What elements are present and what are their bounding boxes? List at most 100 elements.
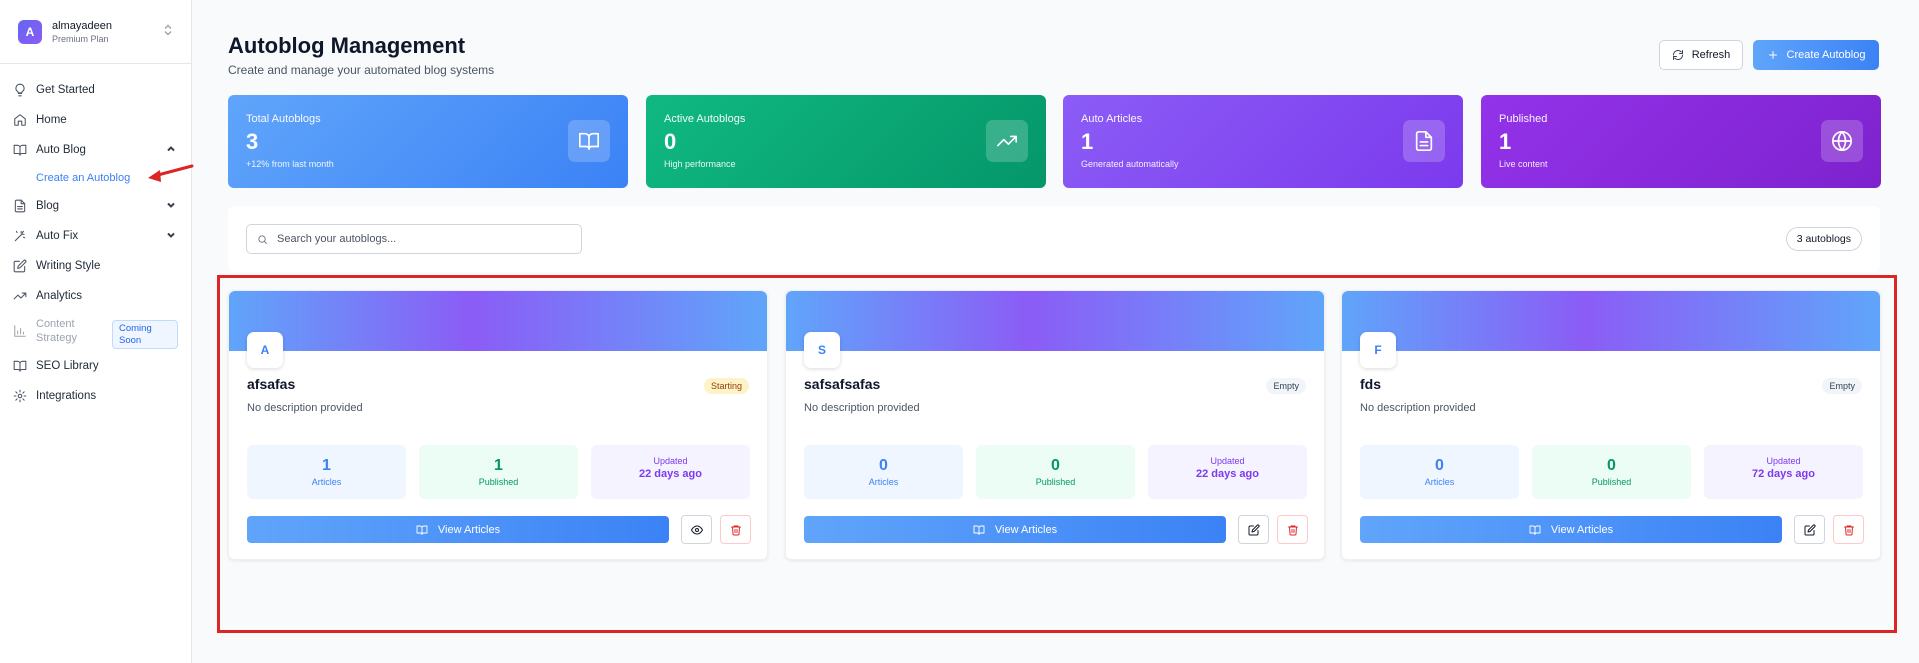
main-content: Autoblog Management Create and manage yo… (192, 0, 1919, 663)
sidebar: A almayadeen Premium Plan Get Started Ho… (0, 0, 192, 663)
stat-card-active-autoblogs: Active Autoblogs 0 High performance (646, 95, 1046, 188)
card-description: No description provided (804, 402, 920, 414)
delete-button[interactable] (1277, 515, 1308, 544)
metric-label: Published (478, 477, 519, 487)
bar-chart-icon (12, 323, 28, 339)
sidebar-item-label: Home (36, 114, 67, 126)
sidebar-item-label: SEO Library (36, 360, 99, 372)
view-articles-label: View Articles (994, 523, 1058, 536)
stat-note: +12% from last month (246, 159, 334, 169)
book-open-icon (12, 142, 28, 158)
view-articles-label: View Articles (437, 523, 501, 536)
card-initial: A (247, 332, 283, 368)
view-articles-button[interactable]: View Articles (804, 516, 1226, 543)
delete-button[interactable] (1833, 515, 1864, 544)
book-open-icon (416, 525, 428, 535)
card-banner (229, 291, 767, 351)
metric-articles: 1 Articles (247, 445, 406, 499)
view-articles-button[interactable]: View Articles (247, 516, 669, 543)
delete-button[interactable] (720, 515, 751, 544)
card-initial: S (804, 332, 840, 368)
metric-label: Published (1591, 477, 1632, 487)
metric-updated: Updated 72 days ago (1704, 445, 1863, 499)
sidebar-item-analytics[interactable]: Analytics (0, 281, 191, 311)
magic-wand-icon (12, 228, 28, 244)
metric-value: 72 days ago (1752, 468, 1815, 480)
card-banner (1342, 291, 1880, 351)
edit-button[interactable] (1238, 515, 1269, 544)
metric-label: Articles (1424, 477, 1455, 487)
globe-icon (1821, 120, 1863, 162)
stat-value: 1 (1499, 129, 1512, 154)
red-arrow-icon (148, 164, 194, 182)
file-text-icon (12, 198, 28, 214)
trending-up-icon (986, 120, 1028, 162)
stat-note: Live content (1499, 159, 1548, 169)
status-badge: Empty (1266, 378, 1306, 394)
stat-note: Generated automatically (1081, 159, 1179, 169)
book-open-icon (1529, 525, 1541, 535)
search-icon (258, 234, 267, 244)
sidebar-item-auto-fix[interactable]: Auto Fix (0, 221, 191, 251)
autoblog-card: A afsafas Starting No description provid… (228, 290, 768, 560)
metric-value: 1 (494, 457, 503, 474)
metric-label: Articles (868, 477, 899, 487)
metric-published: 1 Published (419, 445, 578, 499)
account-switcher[interactable]: A almayadeen Premium Plan (0, 0, 191, 64)
edit-icon (12, 258, 28, 274)
lightbulb-icon (12, 82, 28, 98)
card-title: fds (1360, 376, 1381, 392)
avatar: A (18, 19, 42, 44)
autoblog-card: S safsafsafas Empty No description provi… (785, 290, 1325, 560)
trash-icon (1843, 525, 1854, 535)
metric-value: 1 (322, 457, 331, 474)
plus-icon (1768, 51, 1777, 59)
create-autoblog-button[interactable]: Create Autoblog (1753, 40, 1879, 70)
sidebar-item-label: Auto Blog (36, 144, 86, 156)
metric-value: 0 (1051, 457, 1060, 474)
view-articles-button[interactable]: View Articles (1360, 516, 1782, 543)
sidebar-item-home[interactable]: Home (0, 105, 191, 135)
book-open-icon (12, 358, 28, 374)
account-name: almayadeen (52, 19, 112, 32)
refresh-button-label: Refresh (1691, 49, 1731, 61)
sidebar-item-get-started[interactable]: Get Started (0, 75, 191, 105)
search-box (246, 224, 582, 254)
card-initial: F (1360, 332, 1396, 368)
sidebar-item-writing-style[interactable]: Writing Style (0, 251, 191, 281)
stat-card-published: Published 1 Live content (1481, 95, 1881, 188)
account-info: almayadeen Premium Plan (52, 20, 163, 44)
create-autoblog-button-label: Create Autoblog (1786, 49, 1866, 61)
stat-note: High performance (664, 159, 736, 169)
sidebar-item-integrations[interactable]: Integrations (0, 381, 191, 411)
stat-label: Auto Articles (1081, 113, 1143, 125)
edit-button[interactable] (1794, 515, 1825, 544)
book-open-icon (568, 120, 610, 162)
chevron-up-icon (165, 143, 177, 155)
view-articles-label: View Articles (1550, 523, 1614, 536)
sidebar-item-label: Get Started (36, 84, 95, 96)
metric-label: Published (1035, 477, 1076, 487)
metric-label: Updated (1766, 456, 1801, 466)
preview-button[interactable] (681, 515, 712, 544)
stat-value: 1 (1081, 129, 1094, 154)
sidebar-item-blog[interactable]: Blog (0, 191, 191, 221)
metric-published: 0 Published (1532, 445, 1691, 499)
search-input[interactable] (277, 233, 567, 245)
card-title: afsafas (247, 376, 296, 392)
chevron-down-icon (165, 229, 177, 241)
card-description: No description provided (1360, 402, 1476, 414)
sidebar-item-content-strategy: Content Strategy Coming Soon (0, 311, 191, 351)
stat-label: Published (1499, 113, 1548, 125)
sidebar-item-label: Writing Style (36, 260, 101, 272)
sidebar-nav: Get Started Home Auto Blog Create an Aut… (0, 64, 191, 411)
chevron-down-icon (165, 199, 177, 211)
sidebar-item-label: Content Strategy (36, 318, 77, 344)
eye-icon (690, 525, 703, 534)
home-icon (12, 112, 28, 128)
metric-value: 0 (1607, 457, 1616, 474)
metric-updated: Updated 22 days ago (591, 445, 750, 499)
sidebar-item-seo-library[interactable]: SEO Library (0, 351, 191, 381)
search-panel: 3 autoblogs (228, 206, 1880, 272)
refresh-button[interactable]: Refresh (1659, 40, 1743, 70)
